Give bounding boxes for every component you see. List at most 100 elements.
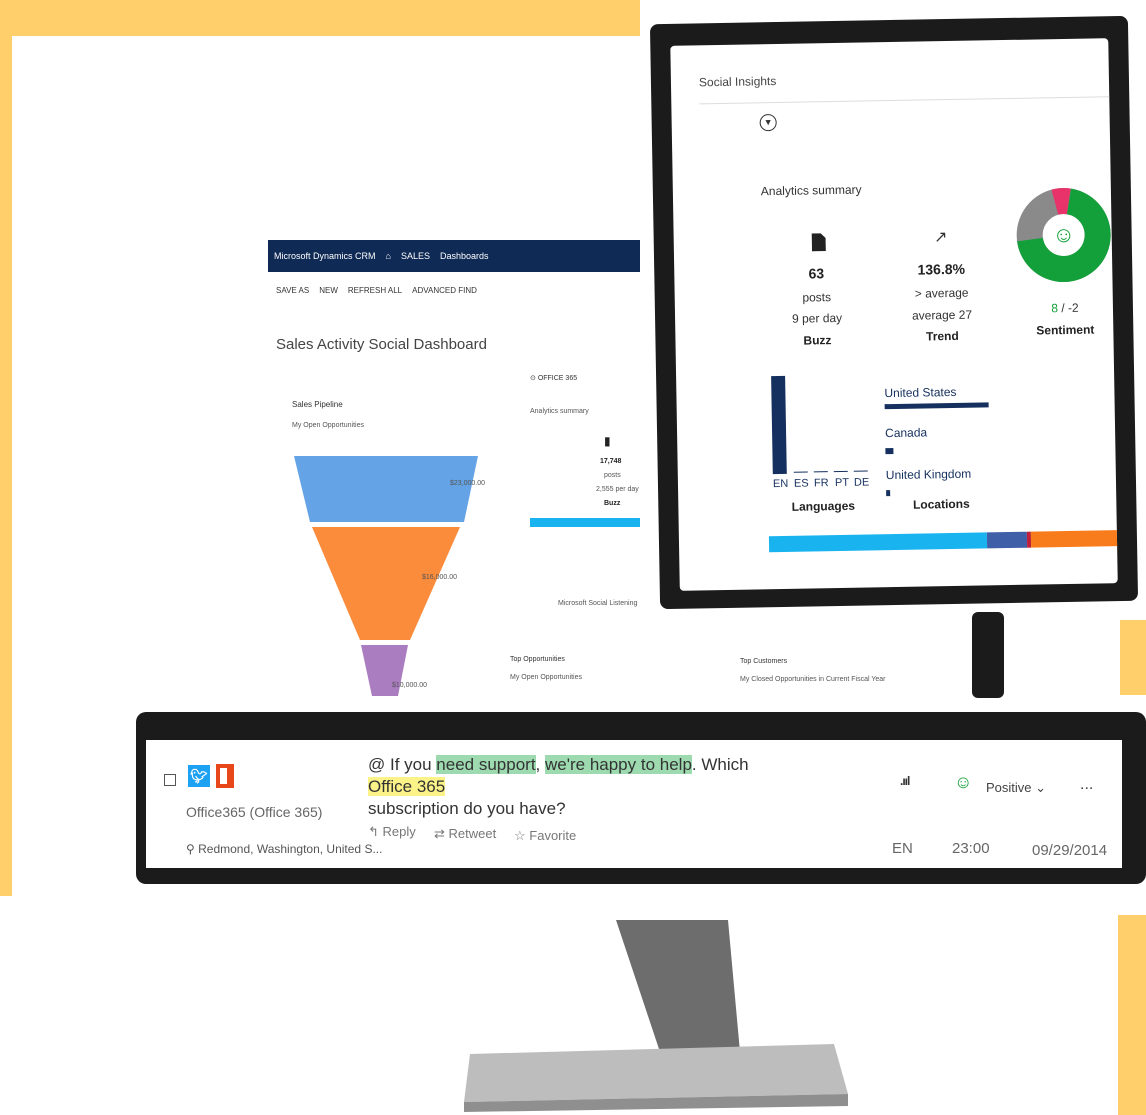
funnel-stage-2[interactable] <box>312 527 460 640</box>
distribution-segment-1 <box>768 532 988 553</box>
funnel-value-3: $10,000.00 <box>392 682 428 689</box>
sentiment-score: 8 / -2 <box>1025 300 1105 315</box>
monitor-bezel-right <box>972 612 1004 698</box>
tweet-location-text: Redmond, Washington, United S... <box>198 842 383 856</box>
reply-label: Reply <box>382 824 416 839</box>
crm-buzz-count: 17,748 <box>600 458 622 465</box>
crm-buzz-per-day: 2,555 per day <box>596 486 639 493</box>
trend-average: average 27 <box>911 307 973 323</box>
insights-monitor-frame: Social Insights ▼ Analytics summary 63 p… <box>649 15 1139 610</box>
crm-footer: Microsoft Social Listening <box>558 600 638 607</box>
tweet-text-1: @ If you <box>368 755 437 774</box>
trend-value: 136.8% <box>917 260 966 278</box>
retweet-label: Retweet <box>448 826 497 841</box>
sentiment-negative: -2 <box>1067 300 1079 315</box>
reply-icon: ↰ <box>368 824 383 839</box>
trend-arrow-icon: ↗ <box>933 229 948 247</box>
retweet-action[interactable]: ⇄ Retweet <box>434 826 496 842</box>
social-insights-panel: Social Insights ▼ Analytics summary 63 p… <box>670 38 1118 591</box>
crm-analytics-summary: Analytics summary <box>530 408 589 415</box>
funnel-value-2: $16,000.00 <box>422 574 458 581</box>
crm-nav-dashboards[interactable]: Dashboards <box>440 251 489 261</box>
twitter-icon: 🐦︎ <box>188 765 210 787</box>
tweet-author[interactable]: Office365 (Office 365) <box>186 804 322 820</box>
buzz-label: Buzz <box>803 333 832 348</box>
location-united-states[interactable]: United States <box>884 385 956 400</box>
social-insights-title: Social Insights <box>698 74 777 90</box>
location-pin-icon: ⚲ <box>186 842 199 856</box>
social-filter[interactable]: ⊙ OFFICE 365 <box>530 374 577 382</box>
cmd-save-as[interactable]: SAVE AS <box>276 286 309 295</box>
language-tick-es: ES <box>793 477 809 490</box>
crm-bottom-panel: Top Opportunities My Open Opportunities … <box>496 618 966 698</box>
location-bar-uk <box>886 490 891 497</box>
highlight-need-support[interactable]: need support <box>436 755 536 774</box>
filter-icon[interactable]: ▼ <box>759 114 777 132</box>
tweet-text-3: . Which <box>691 755 749 774</box>
reply-action[interactable]: ↰ Reply <box>368 824 416 840</box>
buzz-unit: posts <box>802 290 832 305</box>
dashboard-title[interactable]: Sales Activity Social Dashboard <box>276 336 487 353</box>
tweet-row: 🐦︎ Office365 (Office 365) ⚲ Redmond, Was… <box>146 740 1122 868</box>
language-bar-en[interactable] <box>771 375 787 475</box>
distribution-bar <box>768 530 1118 553</box>
crm-buzz-posts: posts <box>604 472 621 479</box>
sentiment-separator: / <box>1057 300 1069 316</box>
cmd-advanced-find[interactable]: ADVANCED FIND <box>412 286 477 295</box>
buzz-count: 63 <box>808 265 825 282</box>
language-tick-fr: FR <box>813 477 829 490</box>
top-customers-sub: My Closed Opportunities in Current Fisca… <box>740 676 886 683</box>
yellow-banner-top <box>0 0 640 36</box>
more-options-button[interactable]: ... <box>1080 776 1093 794</box>
monitor-stand <box>464 920 848 1112</box>
tweet-text-2: , <box>535 755 545 774</box>
cmd-new[interactable]: NEW <box>319 286 338 295</box>
location-canada[interactable]: Canada <box>885 425 927 440</box>
top-opportunities-title: Top Opportunities <box>510 656 565 663</box>
language-tick-en: EN <box>772 477 789 491</box>
home-icon[interactable]: ⌂ <box>386 251 391 261</box>
yellow-accent-right-2 <box>1118 915 1146 1115</box>
crm-buzz-label: Buzz <box>604 500 621 507</box>
funnel-value-1: $23,000.00 <box>450 480 486 487</box>
pipeline-title: Sales Pipeline <box>292 400 343 409</box>
highlight-happy-to-help[interactable]: we're happy to help <box>545 755 692 774</box>
select-checkbox[interactable] <box>164 774 176 786</box>
language-bar-fr[interactable] <box>813 471 828 473</box>
crm-nav-sales[interactable]: SALES <box>401 251 430 261</box>
sentiment-dropdown[interactable]: Positive ⌄ <box>986 780 1046 796</box>
favorite-action[interactable]: ☆ Favorite <box>514 828 576 844</box>
language-tick-de: DE <box>853 476 870 489</box>
location-bar-ca <box>885 448 894 455</box>
crm-app-name[interactable]: Microsoft Dynamics CRM <box>274 251 376 261</box>
pipeline-subtitle: My Open Opportunities <box>292 422 364 429</box>
top-opportunities-sub: My Open Opportunities <box>510 674 582 681</box>
tweet-location: ⚲ Redmond, Washington, United S... <box>186 842 382 856</box>
sentiment-label: Sentiment <box>1036 322 1095 338</box>
highlight-office-365[interactable]: Office 365 <box>368 777 446 796</box>
language-bar-pt[interactable] <box>833 470 848 473</box>
location-united-kingdom[interactable]: United Kingdom <box>886 467 972 482</box>
crm-distribution-bar <box>530 518 640 527</box>
language-bar-de[interactable] <box>853 470 868 472</box>
trend-description: > average <box>914 285 969 301</box>
cmd-refresh-all[interactable]: REFRESH ALL <box>348 286 402 295</box>
signal-icon: .ııl <box>900 774 910 788</box>
buzz-rate: 9 per day <box>791 310 843 326</box>
document-icon <box>811 233 826 256</box>
locations-label: Locations <box>912 496 970 512</box>
crm-command-bar: SAVE AS NEW REFRESH ALL ADVANCED FIND <box>276 286 477 295</box>
funnel-stage-1[interactable] <box>294 456 478 522</box>
office-icon <box>216 764 234 788</box>
language-bar-es[interactable] <box>793 471 808 473</box>
tweet-language: EN <box>892 840 913 857</box>
sales-funnel-chart <box>294 456 478 696</box>
stand-base <box>464 1044 848 1102</box>
title-divider <box>699 96 1110 105</box>
star-icon: ☆ <box>514 828 530 843</box>
social-filter-label: OFFICE 365 <box>537 375 578 382</box>
retweet-icon: ⇄ <box>434 826 449 841</box>
yellow-accent-right-1 <box>1120 620 1146 695</box>
distribution-segment-4 <box>1030 530 1118 548</box>
distribution-segment-2 <box>986 531 1028 549</box>
